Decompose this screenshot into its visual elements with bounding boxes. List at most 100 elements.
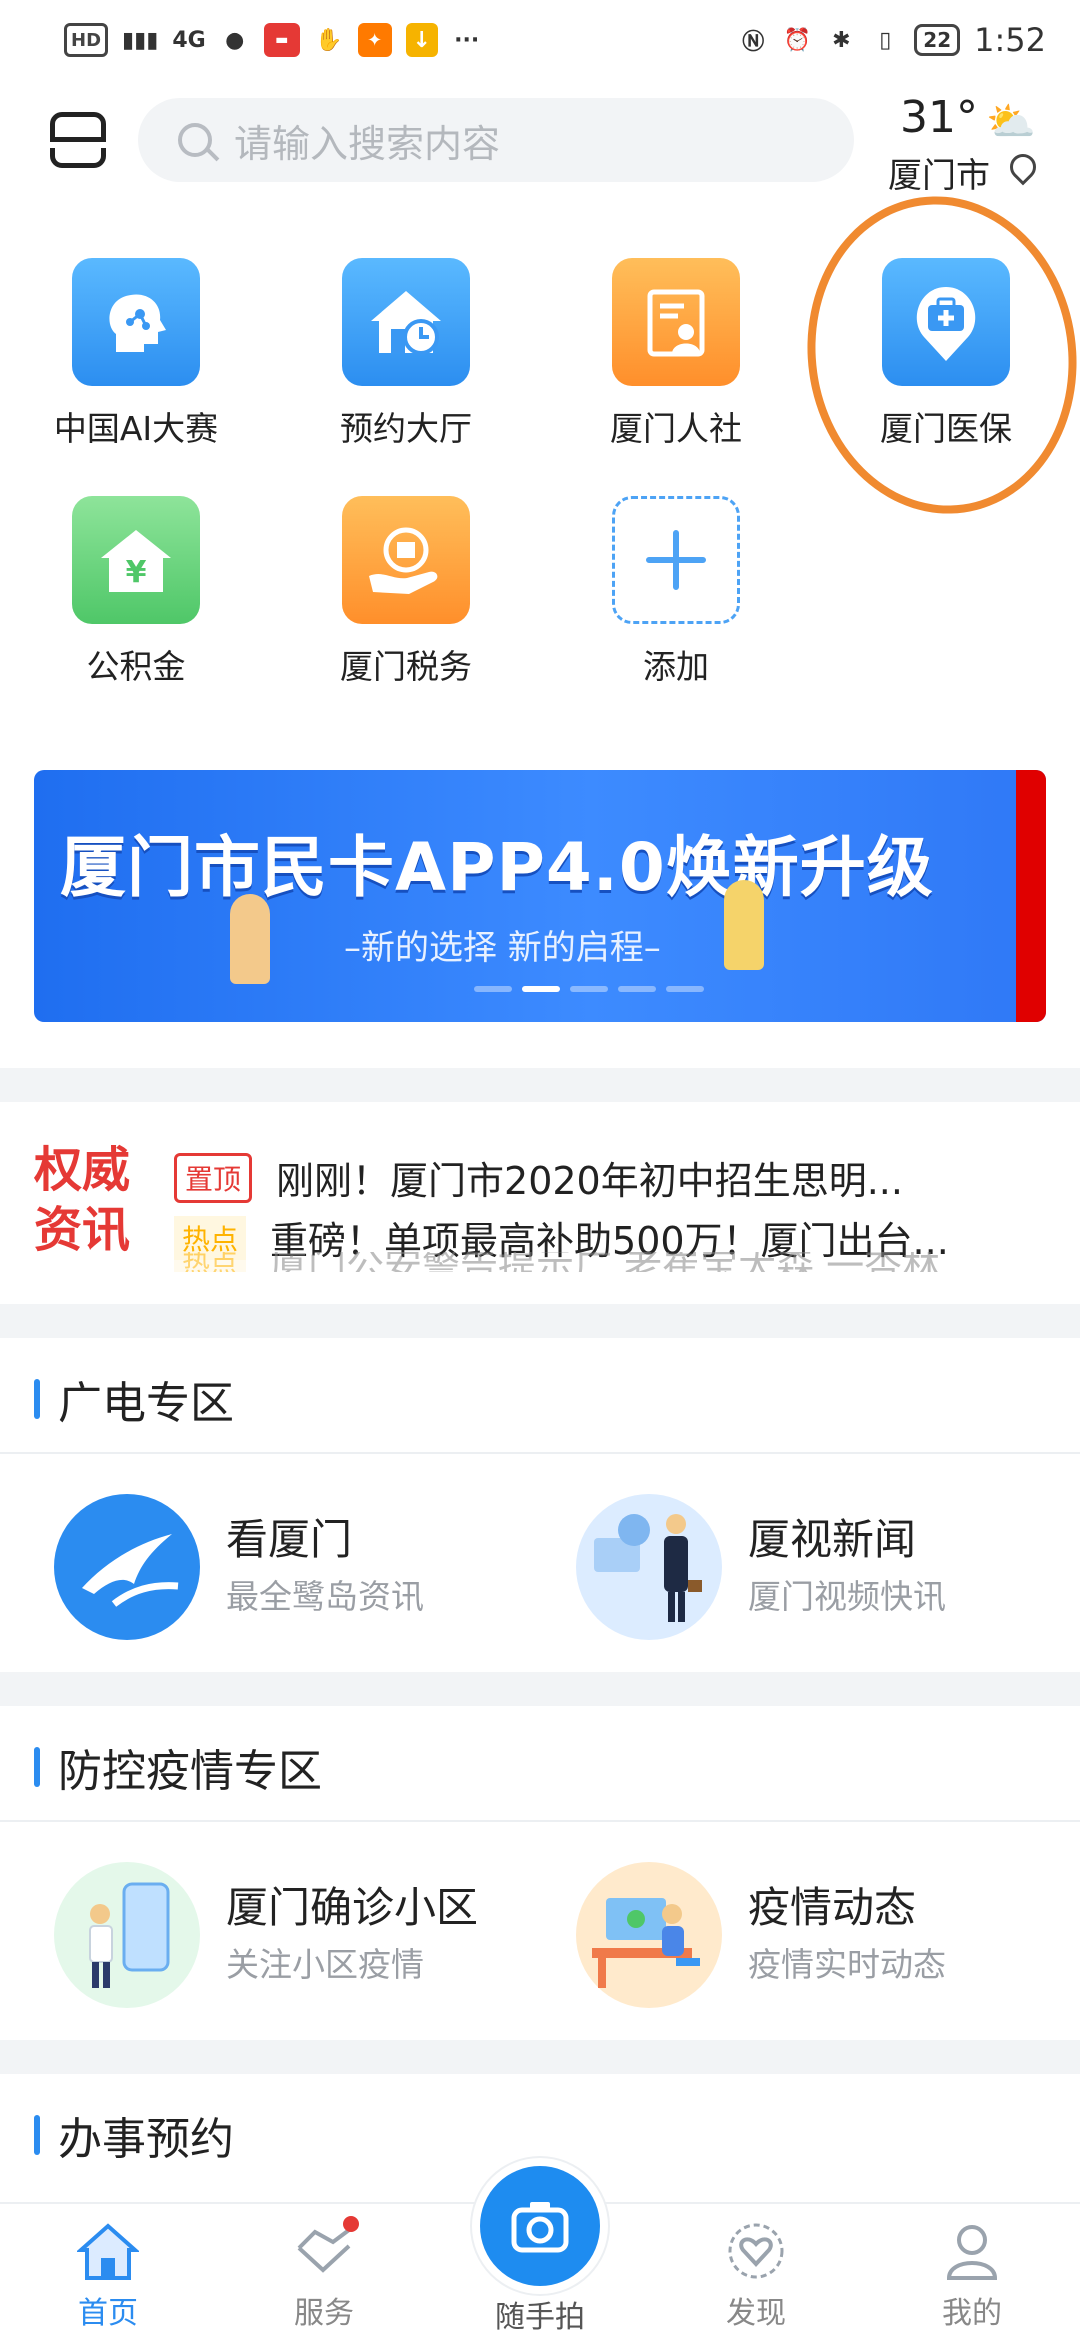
news-item[interactable]: 置顶 刚刚！厦门市2020年初中招生思明...: [174, 1150, 903, 1205]
city-name: 厦门市: [888, 156, 990, 196]
app-tax[interactable]: 厦门税务: [296, 496, 516, 688]
card-epidemic-updates[interactable]: 疫情动态 疫情实时动态: [576, 1852, 1056, 2012]
section-accent-bar: [34, 2115, 40, 2155]
network-type: 4G: [172, 27, 206, 53]
section-accent-bar: [34, 1379, 40, 1419]
camera-icon: [511, 2202, 569, 2253]
scan-menu-button[interactable]: [50, 112, 106, 168]
news-anchor-illustration-icon: [576, 1494, 722, 1640]
app-label: 中国AI大赛: [53, 409, 219, 448]
illustration-person-standing: [724, 880, 764, 970]
section-divider: [0, 1672, 1080, 1706]
clock: 1:52: [974, 21, 1046, 59]
nav-service[interactable]: 服务: [234, 2204, 414, 2340]
battery-icon: 22: [914, 24, 961, 56]
section-header-appointment: 办事预约: [34, 2100, 234, 2170]
card-subtitle: 最全鹭岛资讯: [226, 1577, 424, 1616]
nav-label: 首页: [78, 2296, 138, 2331]
divider-line: [0, 1452, 1080, 1454]
partly-cloudy-icon: ⛅: [986, 99, 1036, 145]
card-xiashi-news[interactable]: 厦视新闻 厦门视频快讯: [576, 1484, 1056, 1644]
app-label: 厦门人社: [610, 409, 742, 448]
card-confirmed-communities[interactable]: 厦门确诊小区 关注小区疫情: [54, 1852, 534, 2012]
house-clock-icon: [342, 258, 470, 386]
plus-icon: [612, 496, 740, 624]
signal-icon: ▮▮▮: [122, 27, 159, 53]
section-accent-bar: [34, 1747, 40, 1787]
banner-subtitle: –新的选择 新的启程–: [344, 928, 661, 968]
download-icon: ↓: [405, 23, 438, 57]
home-icon: [75, 2220, 141, 2282]
notification-dot: [343, 2216, 359, 2232]
app-label: 公积金: [86, 647, 186, 686]
hand-icon: ✋: [315, 27, 343, 53]
card-subtitle: 关注小区疫情: [226, 1945, 424, 1984]
hot-badge: 热点: [174, 1252, 247, 1272]
section-title: 办事预约: [58, 2114, 234, 2165]
vibrate-icon: ▯: [879, 27, 892, 53]
nav-home[interactable]: 首页: [18, 2204, 198, 2340]
section-header-broadcast: 广电专区: [34, 1364, 234, 1434]
desk-worker-illustration-icon: [576, 1862, 722, 2008]
nfc-icon: Ⓝ: [742, 30, 765, 55]
nav-camera-button[interactable]: [480, 2166, 600, 2286]
banner-title: 厦门市民卡APP4.0焕新升级: [60, 829, 934, 906]
status-right: Ⓝ ⏰ ✱ ▯ 22 1:52: [738, 21, 1046, 59]
news-headline: 厦门公安警告提示广 老崔宝大森 一杏林: [270, 1252, 940, 1272]
handshake-icon: [293, 2216, 359, 2282]
app-notification-icon: ▬: [263, 23, 300, 57]
section-divider: [0, 1304, 1080, 1338]
card-title: 看厦门: [226, 1515, 353, 1564]
section-divider: [0, 2040, 1080, 2074]
nav-label: 我的: [942, 2296, 1002, 2331]
weather-widget[interactable]: 31° ⛅ 厦门市: [888, 90, 1068, 200]
search-placeholder: 请输入搜索内容: [234, 121, 501, 166]
section-title: 防控疫情专区: [58, 1746, 322, 1797]
app-hr-social-security[interactable]: 厦门人社: [566, 258, 786, 450]
news-label: 权威 资讯: [34, 1140, 130, 1260]
app-appointment-hall[interactable]: 预约大厅: [296, 258, 516, 450]
search-bar[interactable]: 请输入搜索内容: [138, 98, 854, 182]
nav-label: 发现: [726, 2296, 786, 2331]
promo-banner[interactable]: 厦门市民卡APP4.0焕新升级 –新的选择 新的启程–: [34, 770, 1046, 1022]
illustration-person-seated: [230, 894, 270, 984]
header: 请输入搜索内容 31° ⛅ 厦门市: [0, 90, 1080, 200]
nav-mine[interactable]: 我的: [882, 2204, 1062, 2340]
app-label: 厦门税务: [340, 647, 472, 686]
app-label: 预约大厅: [340, 409, 472, 448]
hd-indicator: HD: [64, 23, 109, 57]
news-label-line1: 权威: [34, 1142, 131, 1198]
app-add[interactable]: 添加: [566, 496, 786, 688]
card-subtitle: 疫情实时动态: [748, 1945, 946, 1984]
card-subtitle: 厦门视频快讯: [748, 1577, 946, 1616]
divider-line: [0, 1820, 1080, 1822]
pinned-badge: 置顶: [174, 1152, 253, 1203]
news-item-scrolling[interactable]: 热点 厦门公安警告提示广 老崔宝大森 一杏林: [174, 1252, 940, 1272]
svg-text:¥: ¥: [126, 555, 147, 590]
message-icon: ●: [225, 27, 245, 53]
app-ai-contest[interactable]: 中国AI大赛: [26, 258, 246, 450]
section-divider: [0, 1068, 1080, 1102]
news-headline: 刚刚！厦门市2020年初中招生思明...: [276, 1159, 903, 1203]
highlight-circle-annotation: [787, 178, 1080, 532]
search-icon: [178, 123, 212, 157]
kan-xiamen-logo-icon: [54, 1494, 200, 1640]
bluetooth-icon: ✱: [832, 27, 851, 53]
heart-hand-icon: [725, 2220, 787, 2282]
nav-label: 服务: [294, 2296, 354, 2331]
status-bar: HD ▮▮▮ 4G ● ▬ ✋ ✦ ↓ ··· Ⓝ ⏰ ✱ ▯ 22 1:52: [0, 0, 1080, 80]
nav-discover[interactable]: 发现: [666, 2204, 846, 2340]
ai-brain-icon: [72, 258, 200, 386]
section-header-epidemic: 防控疫情专区: [34, 1732, 322, 1802]
card-kan-xiamen[interactable]: 看厦门 最全鹭岛资讯: [54, 1484, 534, 1644]
tax-hand-icon: [342, 496, 470, 624]
id-card-icon: [612, 258, 740, 386]
news-label-line2: 资讯: [34, 1202, 131, 1258]
location-pin-icon: [1004, 148, 1042, 186]
section-title: 广电专区: [58, 1378, 234, 1429]
banner-next-edge: [1016, 770, 1046, 1022]
temperature: 31°: [900, 92, 978, 143]
app-label: 添加: [643, 647, 709, 686]
app-housing-fund[interactable]: ¥ 公积金: [26, 496, 246, 688]
nav-camera-label: 随手拍: [495, 2300, 585, 2335]
